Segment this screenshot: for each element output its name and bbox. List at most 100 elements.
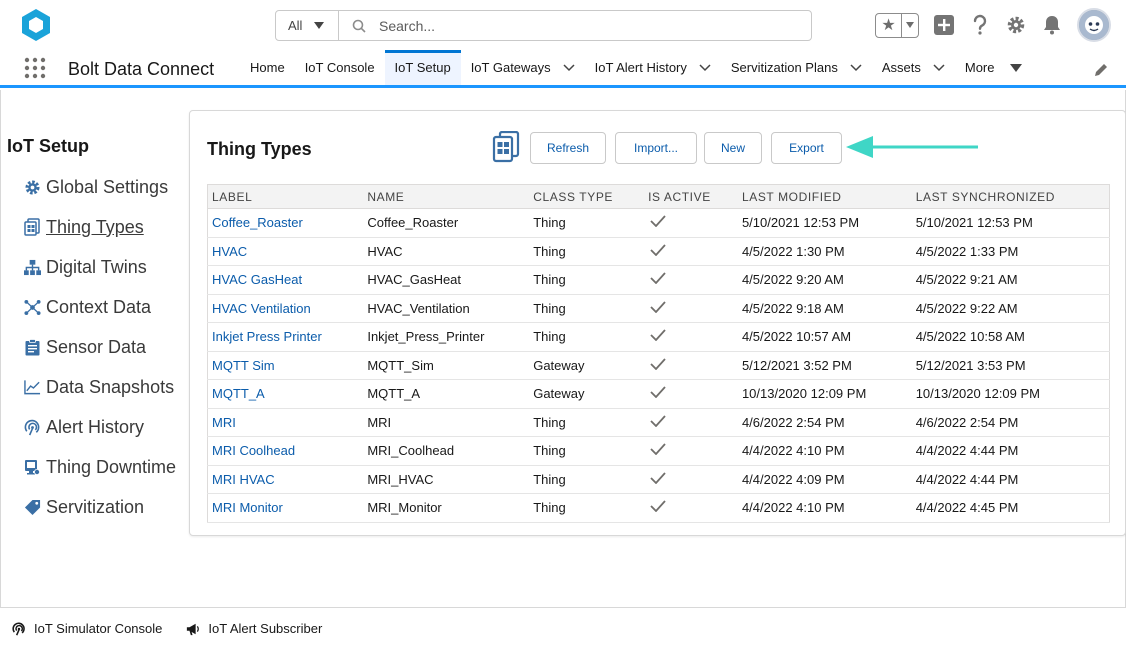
cell-label[interactable]: HVAC Ventilation [207, 294, 364, 323]
utility-item-label: IoT Alert Subscriber [208, 621, 323, 636]
table-row: Inkjet Press Printer Inkjet_Press_Printer… [207, 322, 1110, 352]
avatar[interactable] [1077, 8, 1111, 42]
cell-label[interactable]: MRI Coolhead [207, 436, 364, 466]
app-logo-icon[interactable] [18, 7, 54, 43]
sidebar-item-label: Alert History [46, 416, 145, 437]
new-button[interactable]: New [704, 132, 762, 164]
cell-label[interactable]: Coffee_Roaster [207, 208, 364, 238]
favorites-group: ★ [875, 12, 919, 38]
nav-tab-home[interactable]: Home [240, 50, 295, 85]
chevron-down-icon[interactable] [563, 62, 575, 74]
nav-tab-more[interactable]: More [955, 50, 1033, 85]
cell-label[interactable]: MRI [207, 408, 364, 437]
cell-name: MRI_Coolhead [363, 436, 530, 466]
cell-name: HVAC_Ventilation [363, 294, 530, 323]
global-search: All Search... [275, 10, 812, 41]
add-icon[interactable] [933, 14, 955, 36]
export-button[interactable]: Export [771, 132, 842, 164]
signal-icon [23, 418, 41, 436]
nav-tab-assets[interactable]: Assets [872, 50, 955, 85]
checkmark-icon [650, 415, 666, 427]
cell-label[interactable]: MQTT_A [207, 379, 364, 409]
chevron-down-icon[interactable] [850, 62, 862, 74]
utility-item-iot-simulator-console[interactable]: IoT Simulator Console [12, 621, 162, 636]
sidebar-item-label: Thing Downtime [46, 456, 177, 477]
cell-label[interactable]: MQTT Sim [207, 351, 364, 380]
sidebar-item-thing-types[interactable]: Thing Types [23, 207, 176, 247]
checkmark-icon [650, 472, 666, 484]
table-row: HVAC GasHeat HVAC_GasHeat Thing 4/5/2022 9:… [207, 265, 1110, 295]
thing-types-table: LABEL NAME CLASS TYPE IS ACTIVE LAST MOD… [207, 184, 1110, 523]
cell-label[interactable]: MRI HVAC [207, 465, 364, 494]
cell-label[interactable]: MRI Monitor [207, 493, 364, 523]
help-icon[interactable] [969, 14, 991, 36]
column-header-name[interactable]: NAME [363, 184, 530, 209]
column-header-is-active[interactable]: IS ACTIVE [644, 184, 738, 209]
cell-class-type: Thing [529, 436, 645, 466]
column-header-last-synchronized[interactable]: LAST SYNCHRONIZED [911, 184, 1110, 209]
column-header-label[interactable]: LABEL [207, 184, 364, 209]
edit-nav-icon[interactable] [1094, 63, 1108, 77]
chevron-down-icon [906, 22, 914, 28]
refresh-button[interactable]: Refresh [530, 132, 606, 164]
sidebar-item-sensor-data[interactable]: Sensor Data [23, 327, 176, 367]
nav-tab-iot-gateways[interactable]: IoT Gateways [461, 50, 585, 85]
checkmark-icon [650, 358, 666, 370]
nav-tab-iot-alert-history[interactable]: IoT Alert History [585, 50, 721, 85]
chevron-down-icon [314, 22, 325, 29]
cell-is-active [644, 379, 738, 409]
checkmark-icon [650, 215, 666, 228]
line-chart-icon [23, 378, 41, 396]
gear-icon[interactable] [1005, 14, 1027, 36]
cell-name: HVAC_GasHeat [363, 265, 530, 295]
column-header-class-type[interactable]: CLASS TYPE [529, 184, 645, 209]
column-header-last-modified[interactable]: LAST MODIFIED [737, 184, 912, 209]
cell-name: Coffee_Roaster [363, 208, 530, 238]
nav-tab-servitization-plans[interactable]: Servitization Plans [721, 50, 872, 85]
cell-last-synchronized: 4/4/2022 4:44 PM [911, 436, 1110, 466]
sidebar-item-global-settings[interactable]: Global Settings [23, 167, 176, 207]
cell-class-type: Thing [529, 408, 645, 437]
nav-tab-iot-setup[interactable]: IoT Setup [384, 50, 461, 85]
cell-class-type: Thing [529, 237, 645, 266]
card-title: Thing Types [207, 139, 312, 159]
import-button[interactable]: Import... [615, 132, 697, 164]
cell-last-modified: 4/5/2022 9:20 AM [737, 265, 912, 295]
nav-tab-iot-console[interactable]: IoT Console [295, 50, 385, 85]
signal-icon [12, 622, 26, 636]
cell-class-type: Gateway [529, 379, 645, 409]
sidebar-item-alert-history[interactable]: Alert History [23, 407, 176, 447]
clipboard-icon [23, 338, 41, 356]
chevron-down-icon[interactable] [699, 62, 711, 74]
sidebar-item-thing-downtime[interactable]: Thing Downtime [23, 447, 176, 487]
checkmark-icon [650, 272, 666, 285]
chevron-down-icon[interactable] [933, 62, 945, 74]
cell-name: MQTT_A [363, 379, 530, 409]
app-launcher-icon[interactable] [24, 57, 46, 79]
cell-label[interactable]: HVAC GasHeat [207, 265, 364, 295]
sidebar-item-servitization[interactable]: Servitization [23, 487, 176, 527]
search-input[interactable]: Search... [379, 18, 435, 34]
search-scope-select[interactable]: All [276, 11, 339, 40]
cell-last-synchronized: 4/6/2022 2:54 PM [911, 408, 1110, 437]
cell-label[interactable]: HVAC [207, 237, 364, 266]
checkmark-icon [650, 386, 666, 399]
cell-name: Inkjet_Press_Printer [363, 322, 530, 352]
cell-label[interactable]: Inkjet Press Printer [207, 322, 364, 352]
cell-last-synchronized: 10/13/2020 12:09 PM [911, 379, 1110, 409]
global-header: All Search... ★ [0, 0, 1126, 50]
sidebar-item-data-snapshots[interactable]: Data Snapshots [23, 367, 176, 407]
bell-icon[interactable] [1041, 14, 1063, 36]
star-icon[interactable]: ★ [876, 13, 902, 37]
gear-icon [23, 178, 41, 196]
cell-last-synchronized: 4/5/2022 9:22 AM [911, 294, 1110, 323]
cell-last-modified: 4/5/2022 9:18 AM [737, 294, 912, 323]
sidebar-item-context-data[interactable]: Context Data [23, 287, 176, 327]
nav-tab-label: IoT Alert History [594, 60, 687, 75]
favorites-menu-button[interactable] [902, 22, 918, 28]
header-actions: ★ [875, 8, 1111, 42]
sidebar-item-digital-twins[interactable]: Digital Twins [23, 247, 176, 287]
utility-item-iot-alert-subscriber[interactable]: IoT Alert Subscriber [186, 621, 322, 636]
nav-tab-label: IoT Console [304, 60, 375, 75]
table-row: MQTT Sim MQTT_Sim Gateway 5/12/2021 3:52 PM… [207, 351, 1110, 380]
